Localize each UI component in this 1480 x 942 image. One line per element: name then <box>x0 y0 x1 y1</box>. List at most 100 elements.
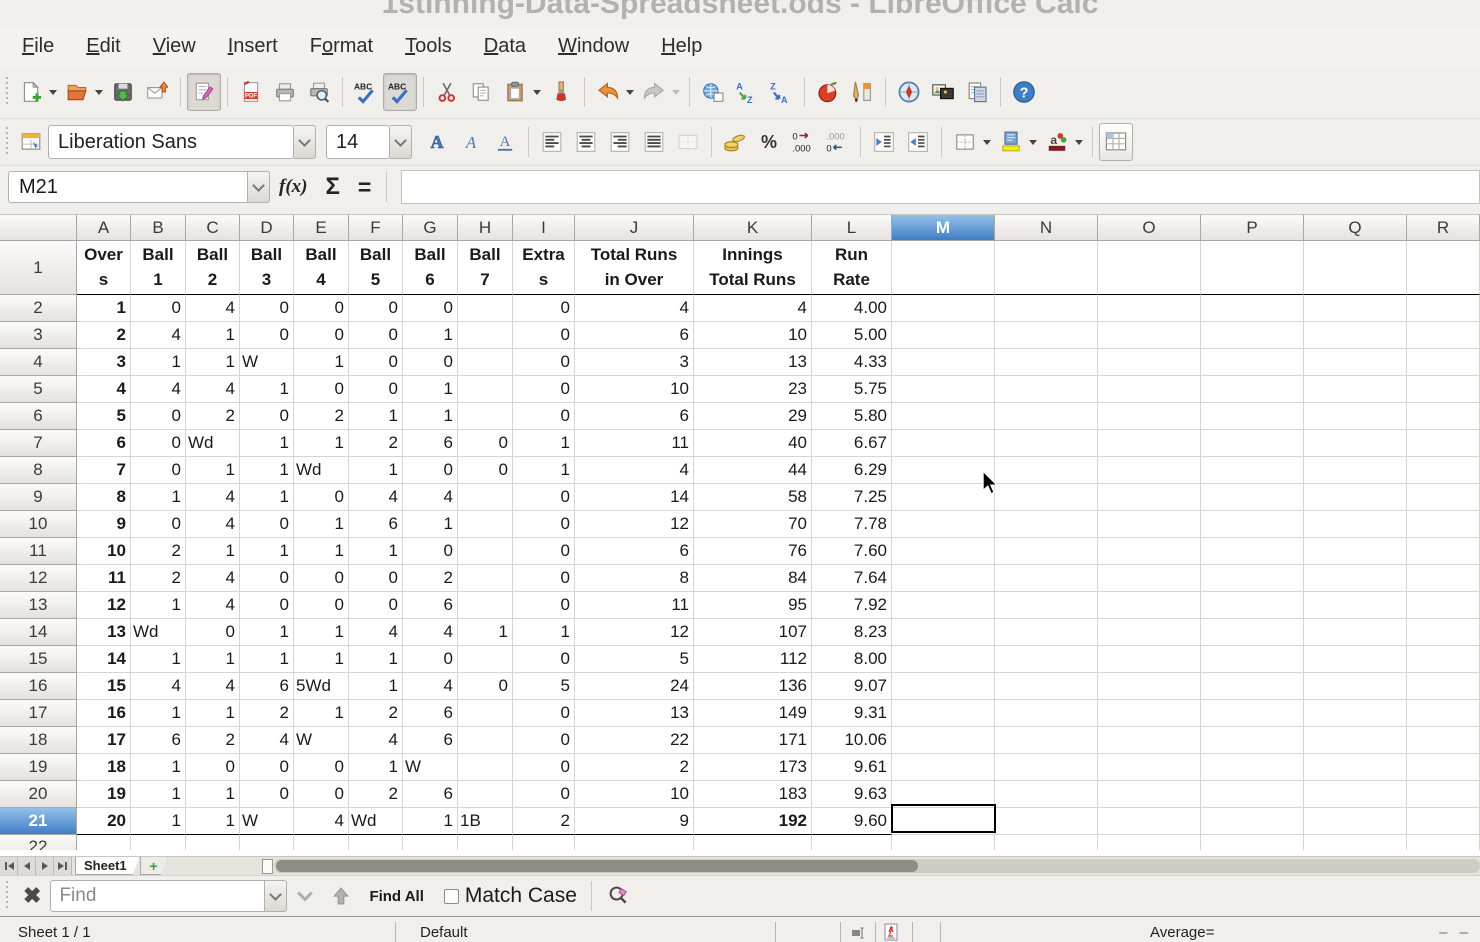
cell-I6[interactable]: 0 <box>513 403 575 430</box>
cell-E22[interactable] <box>294 835 349 850</box>
cell-L12[interactable]: 7.64 <box>812 565 892 592</box>
borders-dropdown[interactable] <box>983 140 991 145</box>
cell-K19[interactable]: 173 <box>694 754 812 781</box>
cell-Q4[interactable] <box>1304 349 1407 376</box>
row-header-1[interactable]: 1 <box>0 241 77 295</box>
cell-G18[interactable]: 6 <box>403 727 458 754</box>
auto-spellcheck-button[interactable]: ABC <box>383 73 417 111</box>
cell-A11[interactable]: 10 <box>77 538 131 565</box>
cell-J15[interactable]: 5 <box>575 646 694 673</box>
cell-I13[interactable]: 0 <box>513 592 575 619</box>
cell-R11[interactable] <box>1407 538 1480 565</box>
cell-B7[interactable]: 0 <box>131 430 186 457</box>
cell-A14[interactable]: 13 <box>77 619 131 646</box>
new-document-button[interactable] <box>14 73 48 111</box>
cell-J13[interactable]: 11 <box>575 592 694 619</box>
cell-A19[interactable]: 18 <box>77 754 131 781</box>
sheet-position[interactable]: Sheet 1 / 1 <box>18 924 91 941</box>
cell-H19[interactable] <box>458 754 513 781</box>
cell-H5[interactable] <box>458 376 513 403</box>
borders-button[interactable] <box>948 123 982 161</box>
row-header-7[interactable]: 7 <box>0 430 77 457</box>
cell-E8[interactable]: Wd <box>294 457 349 484</box>
cell-D5[interactable]: 1 <box>240 376 294 403</box>
cell-B9[interactable]: 1 <box>131 484 186 511</box>
cell-K10[interactable]: 70 <box>694 511 812 538</box>
cell-M1[interactable] <box>892 241 995 295</box>
cell-C13[interactable]: 4 <box>186 592 240 619</box>
cell-D14[interactable]: 1 <box>240 619 294 646</box>
row-header-6[interactable]: 6 <box>0 403 77 430</box>
corner-box[interactable] <box>0 215 77 241</box>
cell-N14[interactable] <box>995 619 1098 646</box>
menu-view[interactable]: View <box>137 31 212 62</box>
copy-button[interactable] <box>464 73 498 111</box>
cell-E5[interactable]: 0 <box>294 376 349 403</box>
cell-A1[interactable]: Over s <box>77 241 131 295</box>
cell-M8[interactable] <box>892 457 995 484</box>
column-header-F[interactable]: F <box>349 215 403 241</box>
sort-descending-button[interactable]: ZA <box>764 73 798 111</box>
cell-F3[interactable]: 0 <box>349 322 403 349</box>
cell-M4[interactable] <box>892 349 995 376</box>
cell-P5[interactable] <box>1201 376 1304 403</box>
cell-G17[interactable]: 6 <box>403 700 458 727</box>
cell-I21[interactable]: 2 <box>513 808 575 835</box>
cell-C12[interactable]: 4 <box>186 565 240 592</box>
cell-J20[interactable]: 10 <box>575 781 694 808</box>
save-button[interactable] <box>106 73 140 111</box>
match-case-checkbox[interactable] <box>444 889 459 904</box>
cell-R9[interactable] <box>1407 484 1480 511</box>
cell-O19[interactable] <box>1098 754 1201 781</box>
cell-O7[interactable] <box>1098 430 1201 457</box>
cell-A12[interactable]: 11 <box>77 565 131 592</box>
cell-R7[interactable] <box>1407 430 1480 457</box>
cell-C22[interactable] <box>186 835 240 850</box>
cell-O20[interactable] <box>1098 781 1201 808</box>
email-button[interactable] <box>140 73 174 111</box>
sum-icon[interactable]: Σ <box>325 173 339 201</box>
cell-F19[interactable]: 1 <box>349 754 403 781</box>
cell-P8[interactable] <box>1201 457 1304 484</box>
bold-button[interactable]: A <box>420 123 454 161</box>
cell-C3[interactable]: 1 <box>186 322 240 349</box>
cell-K13[interactable]: 95 <box>694 592 812 619</box>
cell-L7[interactable]: 6.67 <box>812 430 892 457</box>
cell-A21[interactable]: 20 <box>77 808 131 835</box>
cell-R12[interactable] <box>1407 565 1480 592</box>
navigator-button[interactable] <box>892 73 926 111</box>
cell-K15[interactable]: 112 <box>694 646 812 673</box>
cell-N11[interactable] <box>995 538 1098 565</box>
cell-R5[interactable] <box>1407 376 1480 403</box>
column-header-R[interactable]: R <box>1407 215 1480 241</box>
merge-cells-button[interactable] <box>671 123 705 161</box>
cell-E7[interactable]: 1 <box>294 430 349 457</box>
cell-K12[interactable]: 84 <box>694 565 812 592</box>
cell-Q2[interactable] <box>1304 295 1407 322</box>
cell-G15[interactable]: 0 <box>403 646 458 673</box>
cell-E1[interactable]: Ball 4 <box>294 241 349 295</box>
cell-N8[interactable] <box>995 457 1098 484</box>
cell-A10[interactable]: 9 <box>77 511 131 538</box>
row-header-4[interactable]: 4 <box>0 349 77 376</box>
insert-chart-button[interactable] <box>811 73 845 111</box>
cell-F13[interactable]: 0 <box>349 592 403 619</box>
cell-B1[interactable]: Ball 1 <box>131 241 186 295</box>
cell-F20[interactable]: 2 <box>349 781 403 808</box>
cell-P4[interactable] <box>1201 349 1304 376</box>
cell-C10[interactable]: 4 <box>186 511 240 538</box>
column-header-I[interactable]: I <box>513 215 575 241</box>
cell-N13[interactable] <box>995 592 1098 619</box>
cell-A17[interactable]: 16 <box>77 700 131 727</box>
cell-N15[interactable] <box>995 646 1098 673</box>
cell-L21[interactable]: 9.60 <box>812 808 892 835</box>
cell-O9[interactable] <box>1098 484 1201 511</box>
open-dropdown[interactable] <box>95 90 103 95</box>
cell-P12[interactable] <box>1201 565 1304 592</box>
cell-G19[interactable]: W <box>403 754 458 781</box>
cell-B12[interactable]: 2 <box>131 565 186 592</box>
cell-H12[interactable] <box>458 565 513 592</box>
open-button[interactable] <box>60 73 94 111</box>
font-size-dropdown[interactable] <box>390 125 412 159</box>
cell-N10[interactable] <box>995 511 1098 538</box>
